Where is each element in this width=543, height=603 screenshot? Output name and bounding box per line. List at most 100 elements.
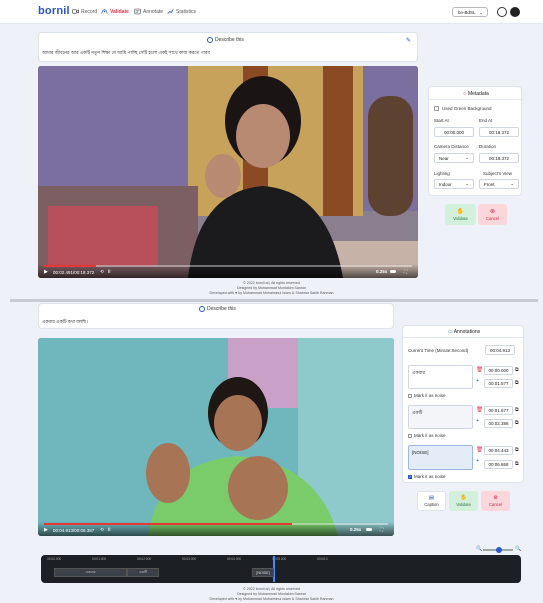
describe-header-2: Describe this <box>199 306 236 312</box>
noise-row-3[interactable]: ✓ Mark it as noise <box>408 474 446 479</box>
annotation-end-1[interactable]: 00:01.577 <box>484 379 513 388</box>
video-progress-bar[interactable] <box>44 265 412 267</box>
lighting-select[interactable]: Indoor ⌄ <box>434 179 474 189</box>
plus-icon[interactable]: + <box>476 458 479 464</box>
distance-select[interactable]: Near ⌄ <box>434 153 474 163</box>
cancel-button-2[interactable]: ⊗ Cancel <box>481 491 510 511</box>
duration-input[interactable]: 00:18.372 <box>479 153 519 163</box>
divider <box>429 99 523 100</box>
annotate-video-player[interactable]: ▶ 00:04.913/00:06.387 ⟲ ⌷ 0.25x ⛶ <box>38 338 394 536</box>
video-progress-fill <box>44 265 96 267</box>
annotation-start-3[interactable]: 00:04.443 <box>484 446 513 455</box>
footer-developed: Developed with ♥ by Mohammad Mohaiminul … <box>209 597 334 601</box>
caption-button[interactable]: ▤ Caption <box>417 491 446 511</box>
app-logo[interactable]: bornil <box>38 5 70 17</box>
noise-checkbox-3[interactable]: ✓ <box>408 474 412 479</box>
tick-label: 00:01.000 <box>92 557 107 561</box>
toggle-icon[interactable] <box>390 269 396 273</box>
info-icon <box>207 37 213 43</box>
trash-icon[interactable]: 🗑 <box>476 447 483 453</box>
annotation-start-1[interactable]: 00:00.000 <box>484 366 513 375</box>
nav-record[interactable]: Record <box>72 8 97 15</box>
video-frame-2 <box>38 338 394 536</box>
view-select[interactable]: Front ⌄ <box>479 179 519 189</box>
copy-icon[interactable]: ⧉ <box>515 420 519 426</box>
validate-video-player[interactable]: ▶ 00:02.491/00:18.372 ⟲ ⌷ 0.25x ⛶ <box>38 66 418 278</box>
copy-icon[interactable]: ⧉ <box>515 461 519 467</box>
copy-icon[interactable]: ⧉ <box>515 407 519 413</box>
end-input[interactable]: 00:18.372 <box>479 127 519 137</box>
trash-icon[interactable]: 🗑 <box>476 367 483 373</box>
zoom-in-icon[interactable]: 🔍 <box>515 546 521 552</box>
hands-icon <box>101 9 108 14</box>
metadata-title: Metadata <box>467 91 489 97</box>
chevron-down-icon: ⌄ <box>479 9 483 15</box>
green-bg-checkbox[interactable] <box>434 106 439 111</box>
video-time-2: 00:04.913/00:06.387 <box>53 527 95 533</box>
timeline[interactable]: 00:00.000 00:01.000 00:02.000 00:03.000 … <box>41 555 521 583</box>
green-bg-checkbox-row[interactable]: Used Green Background <box>434 106 492 111</box>
noise-checkbox-2[interactable] <box>408 433 412 438</box>
nav-validate[interactable]: Validate <box>101 8 129 15</box>
view-value: Front <box>484 181 495 187</box>
divider <box>403 337 525 338</box>
validate-button-2[interactable]: ✋ Validate <box>449 491 478 511</box>
copy-icon[interactable]: ⧉ <box>515 380 519 386</box>
trash-icon[interactable]: 🗑 <box>476 407 483 413</box>
timeline-segment[interactable]: একবার <box>54 568 127 577</box>
current-time-input[interactable]: 00:04.913 <box>485 345 515 355</box>
start-input[interactable]: 00:00.000 <box>434 127 474 137</box>
noise-checkbox-1[interactable] <box>408 393 412 398</box>
zoom-out-icon[interactable]: 🔍 <box>476 546 482 552</box>
footer-top: © 2022 bornil.ai | All rights reserved D… <box>0 281 543 296</box>
annotation-end-3[interactable]: 00:06.868 <box>484 460 513 469</box>
lighting-value: Indoor <box>439 181 452 187</box>
timeline-segment[interactable]: [NOISE] <box>252 568 274 577</box>
validate-button-2-label: Validate <box>456 502 471 507</box>
play-icon[interactable]: ▶ <box>44 527 48 533</box>
plus-icon[interactable]: + <box>476 378 479 384</box>
language-select[interactable]: bn-BdSL ⌄ <box>452 7 488 17</box>
speed-button-2[interactable]: 0.25x <box>350 527 361 532</box>
frame-icon[interactable]: ⌷ <box>108 269 111 274</box>
cancel-button-2-label: Cancel <box>488 502 503 507</box>
nav-statistics[interactable]: Statistics <box>167 8 196 15</box>
avatar[interactable] <box>510 7 520 17</box>
noise-label-2: Mark it as noise <box>414 433 446 438</box>
toggle-icon[interactable] <box>366 527 372 531</box>
tick-label: 00:03.000 <box>182 557 197 561</box>
speed-button[interactable]: 0.25x <box>376 269 387 274</box>
zoom-slider-handle[interactable] <box>496 546 502 553</box>
current-time-label: Current Time (Minute:Second) <box>408 348 469 353</box>
noise-row-2[interactable]: Mark it as noise <box>408 433 446 438</box>
edit-icon[interactable]: ✎ <box>406 37 411 44</box>
validate-button[interactable]: ✋ Validate <box>445 204 476 225</box>
loop-icon[interactable]: ⟲ <box>100 527 104 533</box>
duration-label: Duration <box>479 144 497 149</box>
close-circle-icon: ⊗ <box>489 209 496 215</box>
noise-row-1[interactable]: Mark it as noise <box>408 393 446 398</box>
annotation-text-1[interactable]: একবার <box>408 365 473 389</box>
fullscreen-icon[interactable]: ⛶ <box>380 527 383 532</box>
video-progress-fill-2 <box>44 523 292 525</box>
loop-icon[interactable]: ⟲ <box>100 269 104 275</box>
plus-icon[interactable]: + <box>476 418 479 424</box>
annotation-text-2[interactable]: একটি <box>408 405 473 429</box>
annotation-start-2[interactable]: 00:01.577 <box>484 406 513 415</box>
fullscreen-icon[interactable]: ⛶ <box>404 269 407 274</box>
play-icon[interactable]: ▶ <box>44 269 48 275</box>
frame-icon[interactable]: ⌷ <box>108 527 111 532</box>
annotation-end-2[interactable]: 00:02.386 <box>484 419 513 428</box>
cancel-button[interactable]: ⊗ Cancel <box>478 204 507 225</box>
annotation-text-3[interactable]: [NOISE] <box>408 445 473 470</box>
nav-annotate[interactable]: Annotate <box>134 8 163 15</box>
timeline-segment[interactable]: একটি <box>127 568 159 577</box>
user-profile-icon[interactable] <box>497 7 507 17</box>
copy-icon[interactable]: ⧉ <box>515 367 519 373</box>
copy-icon[interactable]: ⧉ <box>515 447 519 453</box>
distance-label: Camera Distance <box>434 144 469 149</box>
video-frame <box>38 66 418 278</box>
annotations-header: ▭ Annotations <box>403 329 525 335</box>
video-progress-bar-2[interactable] <box>44 523 388 525</box>
nav-statistics-label: Statistics <box>176 8 197 15</box>
